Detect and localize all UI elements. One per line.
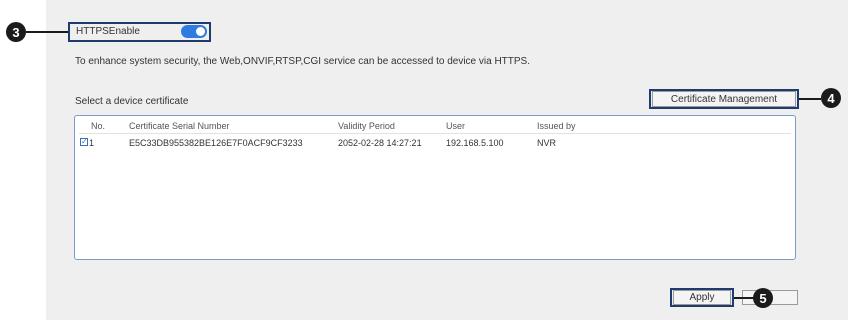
callout-line-4 bbox=[799, 98, 821, 100]
column-header-validity: Validity Period bbox=[338, 121, 395, 131]
certificate-management-highlight bbox=[649, 89, 799, 109]
certificate-table: No. Certificate Serial Number Validity P… bbox=[74, 115, 796, 260]
select-certificate-label: Select a device certificate bbox=[75, 96, 189, 107]
column-header-user: User bbox=[446, 121, 466, 131]
toggle-knob bbox=[196, 27, 205, 36]
cell-no: 1 bbox=[89, 138, 95, 148]
column-header-serial: Certificate Serial Number bbox=[129, 121, 230, 131]
https-enable-toggle[interactable] bbox=[181, 25, 207, 38]
header-divider bbox=[79, 133, 791, 134]
callout-badge-4: 4 bbox=[821, 88, 841, 108]
https-description: To enhance system security, the Web,ONVI… bbox=[75, 56, 531, 67]
callout-line-5 bbox=[734, 297, 754, 299]
callout-badge-3: 3 bbox=[6, 22, 26, 42]
cell-validity: 2052-02-28 14:27:21 bbox=[338, 138, 422, 148]
cell-serial: E5C33DB955382BE126E7F0ACF9CF3233 bbox=[129, 138, 303, 148]
https-enable-label: HTTPSEnable bbox=[76, 26, 140, 37]
column-header-issued-by: Issued by bbox=[537, 121, 576, 131]
callout-line-3 bbox=[26, 31, 68, 33]
column-header-no: No. bbox=[91, 121, 106, 131]
cell-user: 192.168.5.100 bbox=[446, 138, 504, 148]
cell-issued-by: NVR bbox=[537, 138, 557, 148]
row-checkbox[interactable]: ✓ bbox=[80, 138, 88, 146]
apply-highlight bbox=[670, 288, 734, 307]
callout-badge-5: 5 bbox=[753, 288, 773, 308]
